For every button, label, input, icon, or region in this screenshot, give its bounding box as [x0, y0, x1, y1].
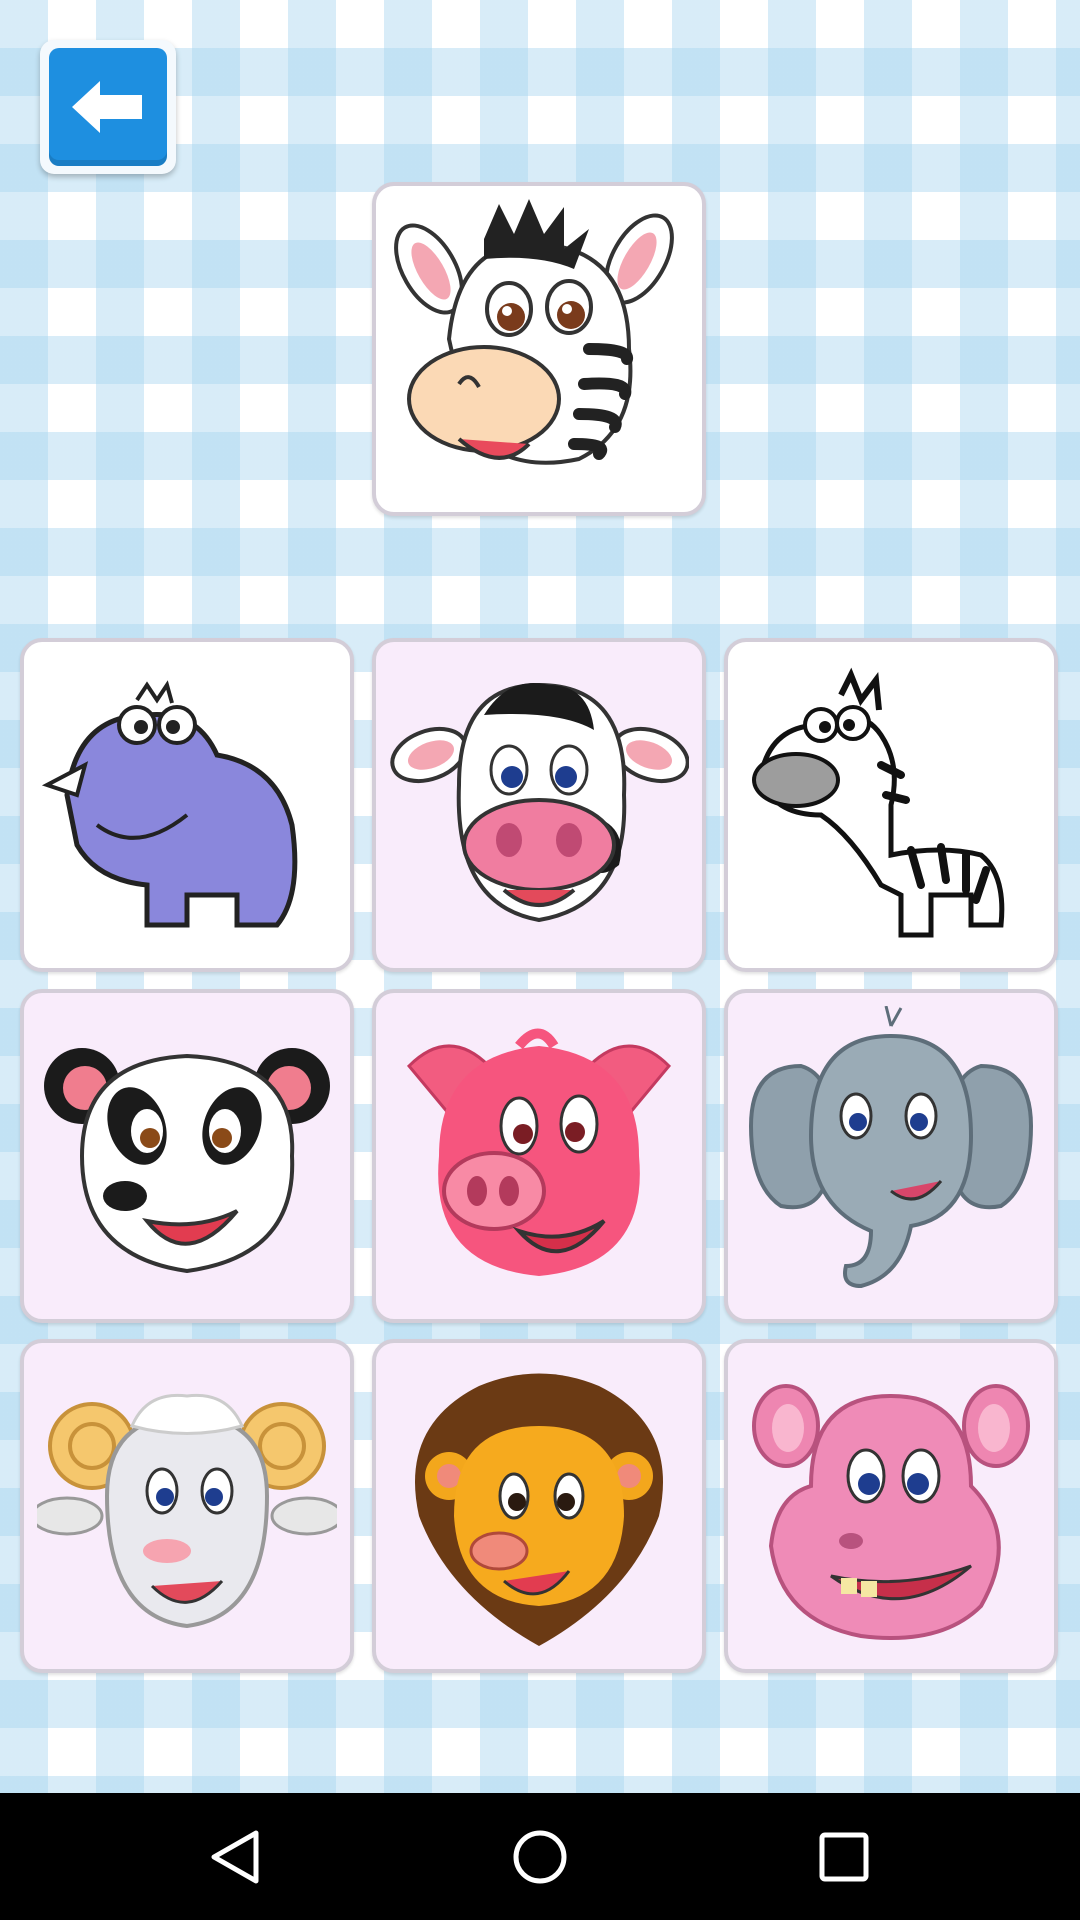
system-navigation-bar [0, 1793, 1080, 1920]
lion-face-icon [415, 1373, 663, 1646]
choice-card-ram[interactable] [20, 1339, 354, 1673]
back-button[interactable] [40, 40, 176, 174]
panda-face-icon [44, 1048, 330, 1274]
ram-face-icon [37, 1393, 337, 1629]
cow-face-icon [390, 682, 689, 923]
choice-card-rhino[interactable] [20, 638, 354, 972]
choice-card-elephant[interactable] [724, 989, 1058, 1323]
arrow-left-icon [49, 48, 167, 166]
zebra-face-icon [394, 199, 674, 465]
home-circle-icon[interactable] [504, 1821, 576, 1893]
recents-square-icon[interactable] [808, 1821, 880, 1893]
choice-card-pig[interactable] [372, 989, 706, 1323]
choice-card-panda[interactable] [20, 989, 354, 1323]
choice-card-cow[interactable] [372, 638, 706, 972]
back-triangle-icon[interactable] [200, 1821, 272, 1893]
choice-card-hippo[interactable] [724, 1339, 1058, 1673]
target-card [372, 182, 706, 516]
zebra-icon [752, 667, 1005, 938]
rhino-icon [41, 680, 298, 928]
pig-face-icon [406, 1028, 672, 1276]
hippo-face-icon [752, 1384, 1030, 1640]
elephant-face-icon [748, 1006, 1034, 1289]
choice-card-zebra[interactable] [724, 638, 1058, 972]
choice-card-lion[interactable] [372, 1339, 706, 1673]
